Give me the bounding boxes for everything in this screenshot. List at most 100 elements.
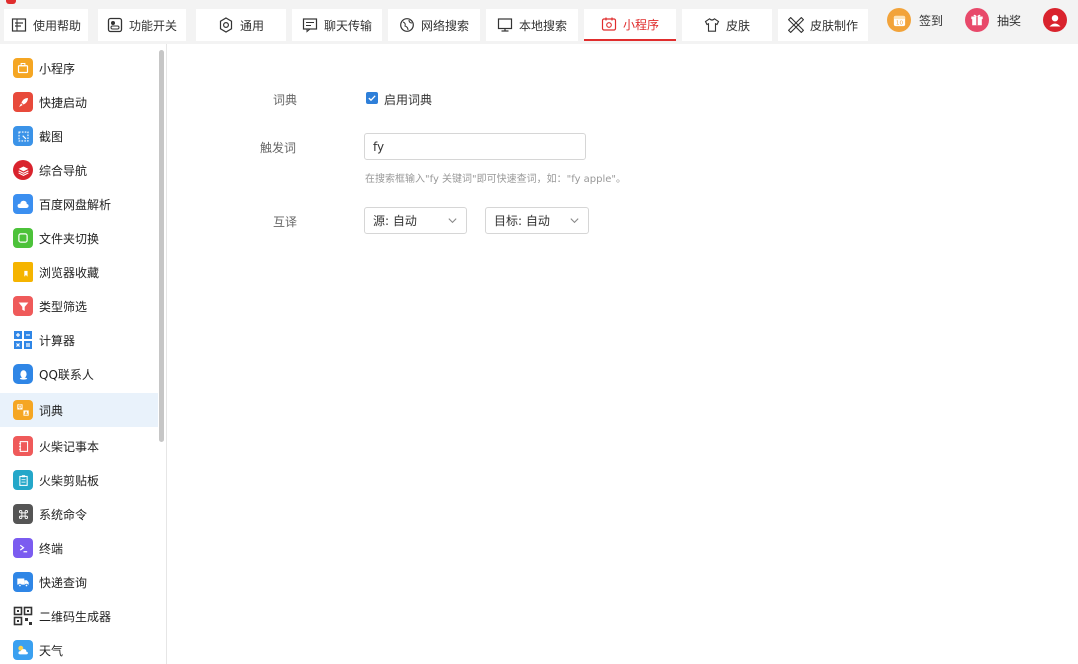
target-language-select[interactable]: 目标: 自动 xyxy=(485,207,589,234)
sidebar-item-system-command[interactable]: 系统命令 xyxy=(0,497,158,531)
sidebar-item-label: 词典 xyxy=(39,403,64,418)
tab-label: 使用帮助 xyxy=(32,18,81,33)
sidebar-item-express[interactable]: 快递查询 xyxy=(0,565,158,599)
tshirt-icon xyxy=(704,17,720,33)
sidebar-item-label: 浏览器收藏 xyxy=(39,265,100,280)
qr-code-icon xyxy=(13,606,33,626)
enable-dict-checkbox[interactable] xyxy=(366,92,378,104)
tab-label: 功能开关 xyxy=(128,18,177,33)
qq-penguin-icon xyxy=(13,364,33,384)
tab-chat-transfer[interactable]: 聊天传输 xyxy=(292,9,382,41)
tab-help[interactable]: 使用帮助 xyxy=(4,9,88,41)
tab-mini-program[interactable]: 小程序 xyxy=(584,9,676,41)
enable-dict-label[interactable]: 启用词典 xyxy=(384,91,432,108)
tab-label: 皮肤制作 xyxy=(809,18,858,33)
sidebar-item-bookmarks[interactable]: 浏览器收藏 xyxy=(0,255,158,289)
dictionary-settings-panel: 词典 启用词典 触发词 在搜索框输入"fy 关键词"即可快速查词，如："fy a… xyxy=(167,44,1078,664)
sidebar-item-notepad[interactable]: 火柴记事本 xyxy=(0,429,158,463)
tab-general[interactable]: 通用 xyxy=(196,9,286,41)
mini-program-icon xyxy=(601,16,617,32)
trigger-hint: 在搜索框输入"fy 关键词"即可快速查词，如："fy apple"。 xyxy=(365,174,627,185)
mini-program-box-icon xyxy=(13,58,33,78)
bookmark-folder-icon xyxy=(13,262,33,282)
trigger-label: 触发词 xyxy=(260,141,297,155)
weather-icon xyxy=(13,640,33,660)
tab-label: 本地搜索 xyxy=(518,18,567,33)
sidebar-item-label: 快捷启动 xyxy=(39,95,88,110)
tab-skin-maker[interactable]: 皮肤制作 xyxy=(778,9,868,41)
sidebar-item-weather[interactable]: 天气 xyxy=(0,633,158,664)
sidebar-item-label: 类型筛选 xyxy=(39,299,88,314)
dict-label: 词典 xyxy=(273,93,298,107)
sidebar-item-label: 快递查询 xyxy=(39,575,88,590)
calculator-icon xyxy=(13,330,33,350)
sidebar-item-dictionary[interactable]: 中A 词典 xyxy=(0,393,158,427)
brush-ruler-icon xyxy=(787,17,804,33)
chevron-down-icon xyxy=(448,218,457,224)
command-key-icon xyxy=(13,504,33,524)
chevron-down-icon xyxy=(570,218,579,224)
svg-text:10: 10 xyxy=(895,20,903,26)
sidebar-item-label: 文件夹切换 xyxy=(39,231,100,246)
sidebar-item-navigation[interactable]: 综合导航 xyxy=(0,153,158,187)
gear-icon xyxy=(218,17,234,33)
sidebar-scrollbar[interactable] xyxy=(159,50,164,442)
sidebar-item-label: 火柴记事本 xyxy=(39,439,100,454)
sidebar-item-qq-contacts[interactable]: QQ联系人 xyxy=(0,357,158,391)
screenshot-icon xyxy=(13,126,33,146)
monitor-icon xyxy=(497,17,513,33)
calendar-checkin-icon: 10 xyxy=(887,8,911,32)
sidebar: 小程序 快捷启动 截图 综合导航 百度网盘解析 文件夹切换 浏览器收藏 类型筛选… xyxy=(0,44,167,664)
lottery-button[interactable]: 抽奖 xyxy=(965,7,1021,33)
checkmark-icon xyxy=(368,95,376,102)
terminal-icon xyxy=(13,538,33,558)
window-logo-mark xyxy=(6,0,16,4)
sidebar-item-label: 计算器 xyxy=(39,333,76,348)
tab-label: 通用 xyxy=(239,18,264,33)
gift-icon xyxy=(965,8,989,32)
tab-skin[interactable]: 皮肤 xyxy=(682,9,772,41)
sidebar-item-folder-switch[interactable]: 文件夹切换 xyxy=(0,221,158,255)
account-button[interactable] xyxy=(1043,7,1067,33)
trigger-word-input[interactable] xyxy=(364,133,586,160)
tab-local-search[interactable]: 本地搜索 xyxy=(486,9,578,41)
sidebar-item-label: 系统命令 xyxy=(39,507,88,522)
sidebar-item-label: 百度网盘解析 xyxy=(39,197,112,212)
tab-label: 小程序 xyxy=(622,17,659,32)
top-tab-bar: 使用帮助 功能开关 通用 聊天传输 网络搜索 本地搜索 小程序 皮肤 皮肤制作 … xyxy=(0,0,1078,44)
user-avatar-icon xyxy=(1043,8,1067,32)
sidebar-item-quick-launch[interactable]: 快捷启动 xyxy=(0,85,158,119)
sidebar-item-label: 天气 xyxy=(39,643,64,658)
sidebar-item-baidu-pan[interactable]: 百度网盘解析 xyxy=(0,187,158,221)
tab-feature-switch[interactable]: 功能开关 xyxy=(98,9,186,41)
toggle-switch-icon xyxy=(107,17,123,33)
folder-switch-icon xyxy=(13,228,33,248)
tab-label: 皮肤 xyxy=(725,18,750,33)
sidebar-item-calculator[interactable]: 计算器 xyxy=(0,323,158,357)
sidebar-item-label: 截图 xyxy=(39,129,64,144)
chat-transfer-icon xyxy=(302,17,318,33)
sidebar-item-label: 综合导航 xyxy=(39,163,88,178)
sidebar-item-clipboard[interactable]: 火柴剪贴板 xyxy=(0,463,158,497)
sidebar-item-mini-program[interactable]: 小程序 xyxy=(0,51,158,85)
checkin-button[interactable]: 10 签到 xyxy=(887,7,943,33)
sidebar-item-label: 小程序 xyxy=(39,61,76,76)
sidebar-item-label: 终端 xyxy=(39,541,64,556)
source-language-select[interactable]: 源: 自动 xyxy=(364,207,467,234)
clipboard-icon xyxy=(13,470,33,490)
sidebar-item-qr-generator[interactable]: 二维码生成器 xyxy=(0,599,158,633)
target-language-value: 目标: 自动 xyxy=(494,214,550,228)
globe-search-icon xyxy=(399,17,415,33)
translate-label: 互译 xyxy=(273,215,298,229)
filter-icon xyxy=(13,296,33,316)
sidebar-item-type-filter[interactable]: 类型筛选 xyxy=(0,289,158,323)
cloud-icon xyxy=(13,194,33,214)
sidebar-item-terminal[interactable]: 终端 xyxy=(0,531,158,565)
tab-web-search[interactable]: 网络搜索 xyxy=(388,9,480,41)
sidebar-item-screenshot[interactable]: 截图 xyxy=(0,119,158,153)
dictionary-icon: 中A xyxy=(13,400,33,420)
rocket-icon xyxy=(13,92,33,112)
source-language-value: 源: 自动 xyxy=(373,214,417,228)
sidebar-item-label: 火柴剪贴板 xyxy=(39,473,100,488)
layers-icon xyxy=(13,160,33,180)
